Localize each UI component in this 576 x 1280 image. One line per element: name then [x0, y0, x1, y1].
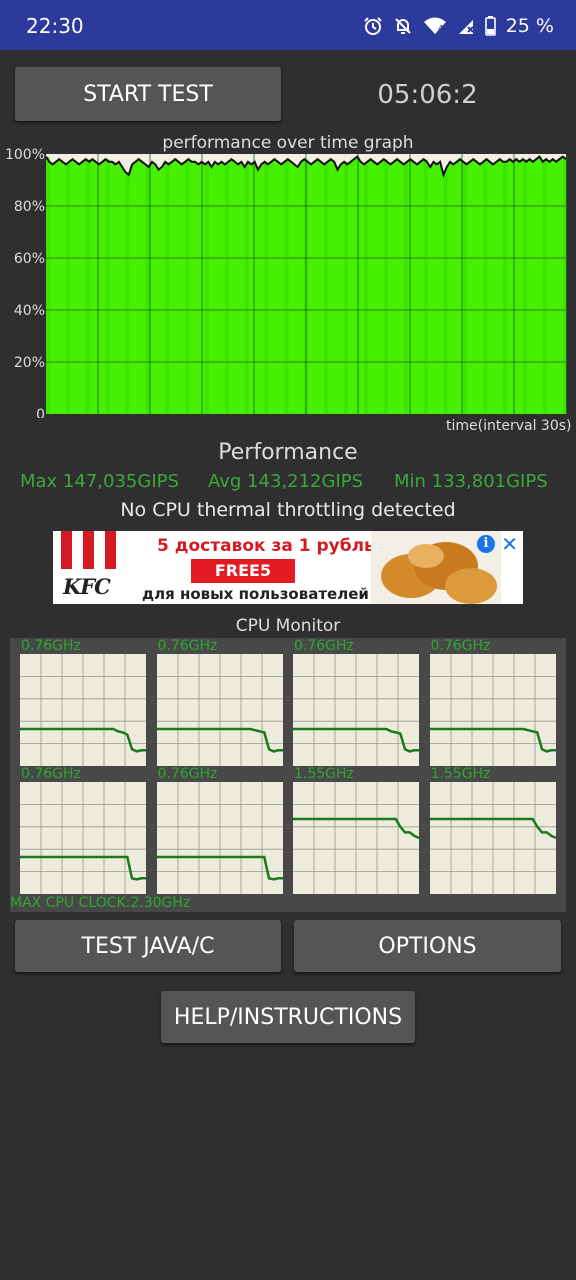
help-instructions-button[interactable]: HELP/INSTRUCTIONS: [161, 991, 415, 1043]
fill-stripe: [503, 161, 508, 414]
status-bar: 22:30 4 25 %: [0, 0, 576, 50]
fill-stripe: [165, 161, 170, 414]
cpu-core-1: 0.76GHz: [20, 638, 146, 766]
throttling-status: No CPU thermal throttling detected: [120, 499, 456, 521]
min-gips: Min 133,801GIPS: [394, 471, 548, 492]
avg-gips: Avg 143,212GIPS: [208, 471, 364, 492]
fill-stripe: [423, 159, 428, 414]
close-icon[interactable]: ✕: [501, 532, 518, 556]
y-tick-label: 60%: [14, 251, 45, 267]
max-gips: Max 147,035GIPS: [20, 471, 179, 492]
cpu-core-4: 0.76GHz: [429, 638, 556, 766]
alarm-icon: [364, 17, 382, 35]
info-icon[interactable]: i: [477, 535, 495, 553]
cpu-core-freq: 1.55GHz: [294, 766, 354, 782]
cpu-monitor-panel: 0.76GHz 0.76GHz 0.76GHz 0.76GHz 0.76GHz 0.76G…: [10, 638, 566, 912]
battery-icon: [484, 16, 496, 36]
fill-stripe: [105, 159, 110, 414]
start-test-button[interactable]: START TEST: [15, 67, 281, 121]
fill-stripe: [85, 159, 90, 414]
cpu-core-5: 0.76GHz: [20, 766, 146, 894]
fill-stripe: [483, 161, 488, 414]
kfc-logo: KFC: [53, 531, 125, 604]
cpu-core-3: 0.76GHz: [293, 638, 419, 766]
graph-x-caption: time(interval 30s): [446, 418, 572, 434]
fill-stripe: [65, 164, 70, 414]
cpu-core-graph: [429, 654, 556, 766]
cpu-core-graph: [156, 782, 283, 894]
y-tick-label: 40%: [14, 303, 45, 319]
ad-subline: для новых пользователей: [142, 585, 369, 603]
cpu-monitor-title: CPU Monitor: [235, 616, 341, 636]
max-cpu-clock: MAX CPU CLOCK:2.30GHz: [10, 895, 191, 911]
cpu-core-2: 0.76GHz: [156, 638, 283, 766]
fill-stripe: [145, 164, 150, 414]
performance-stats: Max 147,035GIPS Avg 143,212GIPS Min 133,…: [0, 471, 576, 497]
cpu-core-freq: 0.76GHz: [21, 766, 81, 782]
cpu-core-freq: 1.55GHz: [430, 766, 491, 782]
fill-stripe: [383, 159, 388, 414]
fill-stripe: [463, 161, 468, 414]
ad-promo-code: FREE5: [191, 559, 295, 583]
cpu-core-freq: 0.76GHz: [157, 638, 218, 654]
fill-stripe: [443, 174, 448, 414]
y-tick-label: 0: [36, 407, 45, 418]
cpu-core-freq: 0.76GHz: [430, 638, 491, 654]
y-tick-label: 20%: [14, 355, 45, 371]
cpu-core-graph: [20, 654, 146, 766]
cpu-core-freq: 0.76GHz: [157, 766, 218, 782]
fill-stripe: [324, 164, 329, 414]
fill-stripe: [344, 161, 349, 414]
fill-stripe: [185, 161, 190, 414]
ad-headline: 5 доставок за 1 рубль: [157, 536, 375, 556]
cpu-core-8: 1.55GHz: [429, 766, 556, 894]
cpu-core-freq: 0.76GHz: [294, 638, 354, 654]
svg-text:4: 4: [438, 24, 443, 33]
fill-stripe: [244, 167, 249, 414]
cpu-core-graph: [20, 782, 146, 894]
cpu-core-freq: 0.76GHz: [21, 638, 81, 654]
fill-stripe: [522, 159, 527, 414]
cpu-core-6: 0.76GHz: [156, 766, 283, 894]
fill-stripe: [542, 161, 547, 414]
performance-heading: Performance: [218, 440, 358, 465]
fill-stripe: [205, 164, 209, 414]
notifications-off-icon: [395, 18, 411, 34]
cpu-core-graph: [429, 782, 556, 894]
fill-stripe: [264, 161, 269, 414]
signal-icon: [458, 20, 474, 34]
battery-percent: 25 %: [505, 15, 554, 37]
fill-stripe: [284, 161, 289, 414]
status-icons: 4 25 %: [363, 12, 554, 40]
y-tick-label: 80%: [14, 199, 45, 215]
test-timer: 05:06:2: [377, 80, 478, 110]
ad-banner[interactable]: KFC 5 доставок за 1 рубль FREE5 для новы…: [53, 531, 523, 604]
y-tick-label: 100%: [5, 148, 45, 163]
status-time: 22:30: [26, 14, 84, 38]
fill-stripe: [125, 172, 130, 414]
fill-stripe: [46, 156, 50, 414]
fill-stripe: [364, 164, 368, 414]
fill-stripe: [403, 164, 408, 414]
wifi-icon: 4: [423, 17, 446, 34]
cpu-core-graph: [293, 654, 419, 766]
cpu-core-graph: [156, 654, 283, 766]
test-java-button[interactable]: TEST JAVA/C: [15, 920, 281, 972]
fill-stripe: [562, 156, 567, 414]
cpu-core-7: 1.55GHz: [293, 766, 419, 894]
performance-graph: 100% 80% 60% 40% 20% 0: [5, 148, 567, 418]
fill-stripe: [224, 164, 229, 414]
cpu-core-graph: [293, 782, 419, 894]
options-button[interactable]: OPTIONS: [294, 920, 561, 972]
